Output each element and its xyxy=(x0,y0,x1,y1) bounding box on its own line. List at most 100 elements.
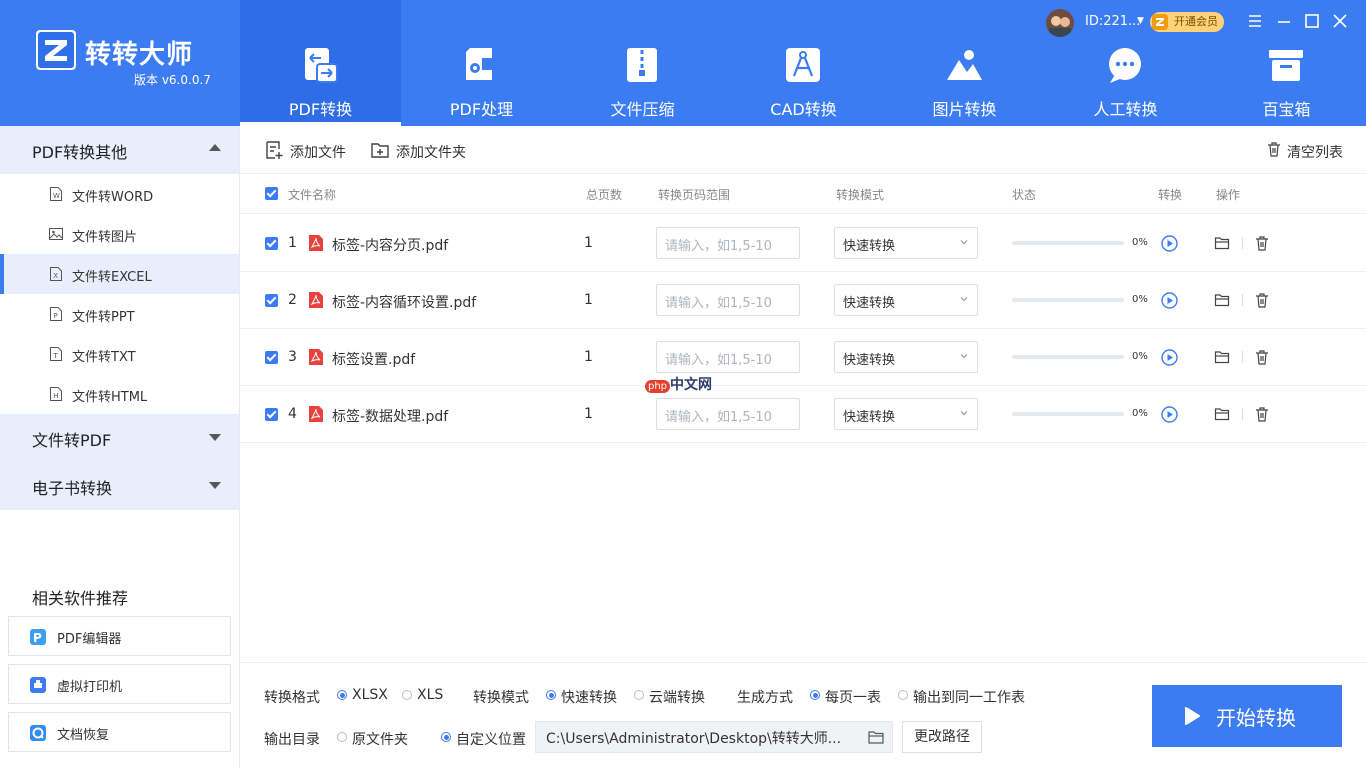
sidebar-item-to-word[interactable]: W 文件转WORD xyxy=(0,174,239,214)
trash-icon[interactable] xyxy=(1254,349,1270,365)
vip-button[interactable]: 开通会员 xyxy=(1150,12,1224,32)
add-file-label: 添加文件 xyxy=(290,145,346,161)
ppt-file-icon: P xyxy=(50,307,62,321)
convert-mode-value: 快速转换 xyxy=(843,353,896,368)
sidebar-category-to-pdf[interactable]: 文件转PDF xyxy=(0,414,239,462)
select-all-checkbox[interactable] xyxy=(265,187,278,200)
output-radio-custom[interactable] xyxy=(441,732,451,742)
file-name: 标签-内容分页.pdf xyxy=(332,238,449,254)
recommend-virtual-printer[interactable]: 虚拟打印机 xyxy=(8,664,231,704)
format-radio-xlsx[interactable] xyxy=(337,690,347,700)
mode-label: 转换模式 xyxy=(473,690,529,706)
mode-option-fast[interactable]: 快速转换 xyxy=(561,687,617,707)
page-range-input[interactable]: 请输入，如1,5-10 xyxy=(656,341,800,373)
row-checkbox[interactable] xyxy=(265,294,278,307)
open-folder-icon[interactable] xyxy=(1214,292,1230,308)
user-id[interactable]: ID:221... xyxy=(1085,14,1140,29)
collapse-caret-icon xyxy=(209,144,221,151)
menu-icon[interactable] xyxy=(1246,12,1264,30)
sidebar-item-label: 文件转图片 xyxy=(72,230,138,245)
convert-mode-value: 快速转换 xyxy=(843,296,896,311)
sidebar-item-label: 文件转EXCEL xyxy=(72,270,152,285)
sidebar-item-to-excel[interactable]: X 文件转EXCEL xyxy=(0,254,239,294)
tab-pdf-process[interactable]: PDF处理 xyxy=(401,0,562,126)
row-index: 3 xyxy=(288,349,297,365)
format-radio-xls[interactable] xyxy=(402,690,412,700)
page-range-input[interactable]: 请输入，如1,5-10 xyxy=(656,284,800,316)
file-compress-icon xyxy=(627,48,657,82)
avatar[interactable] xyxy=(1046,9,1074,37)
gen-radio-same-sheet[interactable] xyxy=(898,690,908,700)
tab-image-convert[interactable]: 图片转换 xyxy=(884,0,1045,126)
gen-radio-per-page[interactable] xyxy=(810,690,820,700)
col-range: 转换页码范围 xyxy=(658,188,731,202)
play-icon[interactable] xyxy=(1161,349,1178,366)
sidebar-item-to-ppt[interactable]: P 文件转PPT xyxy=(0,294,239,334)
convert-mode-select[interactable]: 快速转换 xyxy=(834,398,978,430)
sidebar-category-ebook[interactable]: 电子书转换 xyxy=(0,462,239,510)
play-icon[interactable] xyxy=(1161,235,1178,252)
tab-file-compress[interactable]: 文件压缩 xyxy=(562,0,723,126)
mode-radio-cloud[interactable] xyxy=(634,690,644,700)
progress-percent: 0% xyxy=(1132,408,1148,419)
sidebar-item-to-image[interactable]: 文件转图片 xyxy=(0,214,239,254)
image-file-icon xyxy=(49,228,63,240)
format-option-xlsx[interactable]: XLSX xyxy=(352,687,388,703)
close-icon[interactable] xyxy=(1331,12,1349,30)
svg-text:X: X xyxy=(53,272,58,280)
row-checkbox[interactable] xyxy=(265,237,278,250)
row-checkbox[interactable] xyxy=(265,351,278,364)
output-path-field[interactable]: C:\Users\Administrator\Desktop\转转大师... xyxy=(535,721,893,753)
output-radio-original[interactable] xyxy=(337,732,347,742)
sidebar-category-pdf-other[interactable]: PDF转换其他 xyxy=(0,126,239,174)
sidebar-item-to-html[interactable]: H 文件转HTML xyxy=(0,374,239,414)
page-count: 1 xyxy=(584,235,593,251)
mode-option-cloud[interactable]: 云端转换 xyxy=(649,687,705,707)
watermark-badge: php xyxy=(645,380,671,393)
convert-mode-select[interactable]: 快速转换 xyxy=(834,341,978,373)
play-icon[interactable] xyxy=(1161,406,1178,423)
convert-mode-select[interactable]: 快速转换 xyxy=(834,227,978,259)
pdf-convert-icon xyxy=(305,48,338,83)
pdf-file-icon xyxy=(309,349,323,365)
convert-mode-select[interactable]: 快速转换 xyxy=(834,284,978,316)
table-row: 4 标签-数据处理.pdf 1 请输入，如1,5-10 快速转换 0% xyxy=(241,386,1366,443)
output-option-custom[interactable]: 自定义位置 xyxy=(456,729,526,749)
open-folder-icon[interactable] xyxy=(1214,349,1230,365)
recommend-doc-recovery[interactable]: 文档恢复 xyxy=(8,712,231,752)
category-label: 电子书转换 xyxy=(32,479,113,498)
mode-radio-fast[interactable] xyxy=(546,690,556,700)
change-path-button[interactable]: 更改路径 xyxy=(902,721,982,753)
trash-icon[interactable] xyxy=(1254,292,1270,308)
start-convert-button[interactable]: 开始转换 xyxy=(1152,685,1342,747)
row-checkbox[interactable] xyxy=(265,408,278,421)
maximize-icon[interactable] xyxy=(1303,12,1321,30)
user-menu-caret-icon[interactable]: ▼ xyxy=(1137,16,1144,26)
sidebar-item-label: 文件转PPT xyxy=(72,310,135,325)
pdf-file-icon xyxy=(309,292,323,308)
chevron-down-icon xyxy=(960,240,968,245)
play-icon[interactable] xyxy=(1161,292,1178,309)
recommend-pdf-editor[interactable]: P PDF编辑器 xyxy=(8,616,231,656)
folder-icon[interactable] xyxy=(868,730,884,744)
main-panel: 添加文件 添加文件夹 清空列表 文件名称 总页数 转换页码范围 转换模式 状态 … xyxy=(241,126,1366,662)
tab-cad-convert[interactable]: CAD转换 xyxy=(723,0,884,126)
trash-icon[interactable] xyxy=(1254,235,1270,251)
gen-option-same-sheet[interactable]: 输出到同一工作表 xyxy=(913,687,1025,707)
output-option-original[interactable]: 原文件夹 xyxy=(352,729,408,749)
svg-text:P: P xyxy=(33,631,42,645)
tab-pdf-convert[interactable]: PDF转换 xyxy=(240,0,401,126)
progress-bar xyxy=(1012,298,1124,302)
minimize-icon[interactable] xyxy=(1275,12,1293,30)
svg-text:H: H xyxy=(53,392,58,400)
gen-option-per-page[interactable]: 每页一表 xyxy=(825,687,881,707)
row-index: 2 xyxy=(288,292,297,308)
open-folder-icon[interactable] xyxy=(1214,235,1230,251)
page-range-input[interactable]: 请输入，如1,5-10 xyxy=(656,227,800,259)
open-folder-icon[interactable] xyxy=(1214,406,1230,422)
format-option-xls[interactable]: XLS xyxy=(417,687,443,703)
trash-icon[interactable] xyxy=(1254,406,1270,422)
sidebar-item-to-txt[interactable]: T 文件转TXT xyxy=(0,334,239,374)
action-separator xyxy=(1242,294,1243,306)
page-range-input[interactable]: 请输入，如1,5-10 xyxy=(656,398,800,430)
